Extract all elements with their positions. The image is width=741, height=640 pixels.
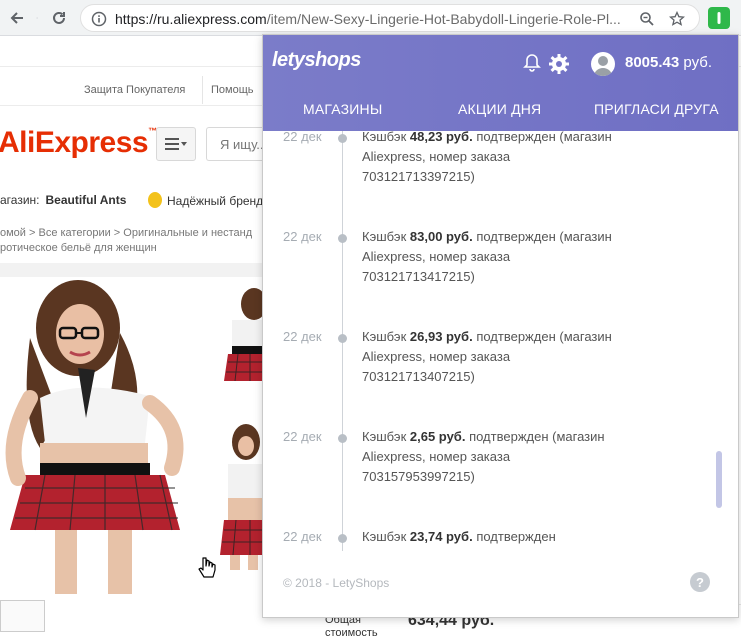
url-path: /item/New-Sexy-Lingerie-Hot-Babydoll-Lin… [266,11,621,27]
bookmark-star-icon[interactable] [667,9,687,29]
event-status: подтвержден [476,529,556,544]
store-name[interactable]: Beautiful Ants [46,193,127,207]
event-text: Кэшбэк 26,93 руб. подтвержден (магазин A… [362,327,622,387]
timeline-event: 22 дек Кэшбэк 23,74 руб. подтвержден [263,529,723,561]
topnav-divider [202,76,203,104]
event-amount: 26,93 руб. [409,329,473,344]
logo-lety: lety [272,49,305,71]
event-date: 22 дек [283,229,322,244]
letyshops-extension-icon[interactable] [708,7,730,29]
topnav-help[interactable]: Помощь [211,84,254,96]
zoom-icon[interactable] [637,9,657,29]
help-icon[interactable]: ? [690,572,710,592]
event-status: подтвержден [469,429,549,444]
timeline-dot [338,334,347,343]
product-main-image[interactable] [0,278,196,594]
event-date: 22 дек [283,329,322,344]
scrollbar-thumb[interactable] [716,451,722,508]
bell-icon[interactable] [522,53,542,73]
url-host: https://ru.aliexpress.com [115,11,267,27]
event-date: 22 дек [283,429,322,444]
gear-icon[interactable] [548,53,570,75]
product-thumbnail[interactable] [214,420,263,570]
cashback-timeline[interactable]: 22 дек Кэшбэк 48,23 руб. подтвержден (ма… [263,131,738,561]
address-bar[interactable]: https://ru.aliexpress.com/item/New-Sexy-… [80,4,700,32]
event-status: подтвержден [476,229,556,244]
topnav-border [0,105,263,106]
medal-icon [148,192,162,208]
aliexpress-logo-text: AliExpress [0,126,149,159]
event-prefix: Кэшбэк [362,131,407,144]
event-prefix: Кэшбэк [362,329,407,344]
event-text: Кэшбэк 83,00 руб. подтвержден (магазин A… [362,227,622,287]
event-prefix: Кэшбэк [362,429,407,444]
event-amount: 83,00 руб. [409,229,473,244]
breadcrumb[interactable]: омой > Все категории > Оригинальные и не… [0,226,252,256]
event-date: 22 дек [283,131,322,144]
event-prefix: Кэшбэк [362,529,407,544]
timeline-dot [338,534,347,543]
event-text: Кэшбэк 2,65 руб. подтвержден (магазин Al… [362,427,622,487]
reload-icon[interactable] [48,7,70,29]
timeline-dot [338,234,347,243]
timeline-dot [338,134,347,143]
store-info: агазин: Beautiful Ants [0,193,126,207]
aliexpress-search-input[interactable]: Я ищу... [206,127,268,161]
tab-invite-friend[interactable]: ПРИГЛАСИ ДРУГА [594,101,719,117]
event-text: Кэшбэк 23,74 руб. подтвержден [362,527,622,547]
event-status: подтвержден [476,131,556,144]
url-text[interactable]: https://ru.aliexpress.com/item/New-Sexy-… [115,11,625,27]
letyshops-popup: letyshops 8005.43 руб. МАГАЗИНЫ АКЦИИ ДН… [262,34,739,618]
event-amount: 48,23 руб. [409,131,473,144]
tab-stores[interactable]: МАГАЗИНЫ [303,101,382,117]
timeline-event: 22 дек Кэшбэк 2,65 руб. подтвержден (маг… [263,429,723,511]
breadcrumb-line-2[interactable]: ротическое бельё для женщин [0,241,252,256]
site-info-icon[interactable] [89,9,109,29]
product-thumbnail[interactable] [214,286,267,396]
timeline-event: 22 дек Кэшбэк 26,93 руб. подтвержден (ма… [263,329,723,411]
avatar[interactable] [591,52,615,76]
event-status: подтвержден [476,329,556,344]
store-label: агазин: [0,193,40,207]
hand-cursor-icon [197,556,217,585]
aliexpress-logo[interactable]: AliExpress™ [0,126,157,160]
letyshops-header: letyshops 8005.43 руб. МАГАЗИНЫ АКЦИИ ДН… [263,35,738,131]
browser-toolbar: https://ru.aliexpress.com/item/New-Sexy-… [0,0,741,36]
tab-deals-of-day[interactable]: АКЦИИ ДНЯ [458,101,541,117]
thumbnail-strip[interactable] [0,600,45,632]
event-amount: 2,65 руб. [409,429,466,444]
event-text: Кэшбэк 48,23 руб. подтвержден (магазин A… [362,131,622,187]
balance-amount: 8005.43 [625,54,680,71]
event-date: 22 дек [283,529,322,544]
balance-currency: руб. [683,54,713,71]
event-prefix: Кэшбэк [362,229,407,244]
timeline-dot [338,434,347,443]
letyshops-logo[interactable]: letyshops [272,49,361,72]
section-divider [0,263,263,277]
forward-arrow-icon[interactable] [16,7,38,29]
timeline-event: 22 дек Кэшбэк 48,23 руб. подтвержден (ма… [263,131,723,211]
popup-footer-copyright: © 2018 - LetyShops [283,576,390,590]
timeline-event: 22 дек Кэшбэк 83,00 руб. подтвержден (ма… [263,229,723,311]
categories-menu-button[interactable] [156,127,196,161]
help-glyph: ? [696,574,704,590]
logo-shops: shops [304,49,361,71]
reliable-brand-label: Надёжный бренд [167,194,264,208]
hamburger-icon [165,138,187,150]
cashback-balance[interactable]: 8005.43 руб. [625,54,712,71]
breadcrumb-line-1[interactable]: омой > Все категории > Оригинальные и не… [0,226,252,241]
topnav-buyer-protection[interactable]: Защита Покупателя [84,84,185,96]
search-placeholder: Я ищу... [220,137,268,152]
event-amount: 23,74 руб. [409,529,473,544]
